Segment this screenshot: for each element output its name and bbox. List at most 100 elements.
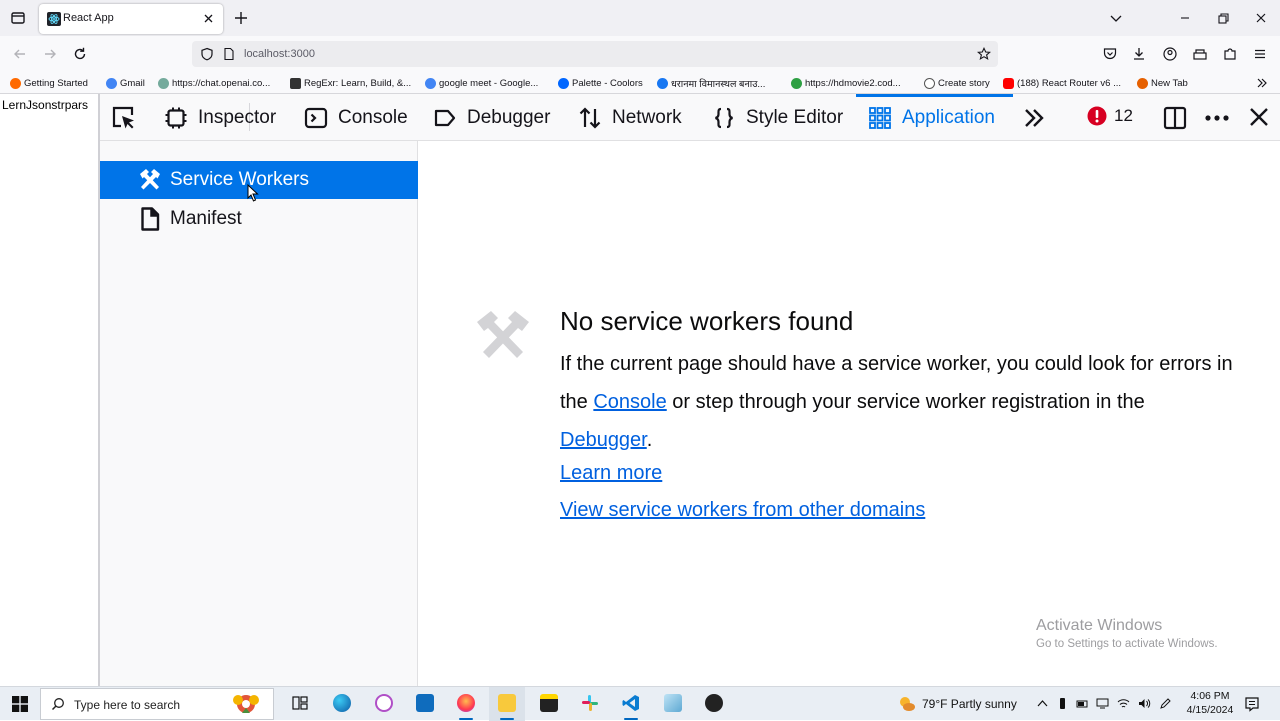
close-icon[interactable] — [202, 12, 215, 25]
back-icon[interactable] — [12, 46, 28, 62]
bookmark-facebook[interactable]: धरानमा विमानस्थल बनाउ... — [657, 76, 765, 90]
tab-style-editor[interactable]: Style Editor — [712, 94, 843, 141]
close-devtools-icon[interactable] — [1248, 106, 1270, 128]
sidebar-item-service-workers[interactable]: Service Workers — [100, 161, 418, 199]
google-icon — [106, 77, 117, 89]
bookmark-react-router[interactable]: (188) React Router v6 ... — [1003, 76, 1121, 90]
taskbar-app-snipping[interactable] — [366, 687, 402, 721]
taskbar-app-sticky-notes[interactable] — [531, 687, 567, 721]
navigation-toolbar: localhost:3000 — [0, 36, 1280, 72]
notepad-icon — [664, 694, 682, 712]
firefox-icon — [1137, 77, 1148, 89]
url-text: localhost:3000 — [244, 48, 315, 60]
url-bar[interactable]: localhost:3000 — [192, 41, 998, 67]
element-picker-icon[interactable] — [111, 105, 137, 131]
debugger-link[interactable]: Debugger — [560, 429, 647, 451]
clock-time: 4:06 PM — [1190, 690, 1230, 702]
chevron-double-right-icon[interactable] — [1022, 106, 1046, 130]
bookmark-google-meet[interactable]: google meet - Google... — [425, 76, 538, 90]
bookmark-gmail[interactable]: Gmail — [106, 76, 145, 90]
display-icon[interactable] — [1096, 697, 1109, 710]
chevron-down-icon[interactable] — [1108, 10, 1124, 26]
bookmark-coolors[interactable]: Palette - Coolors — [558, 76, 643, 90]
tab-inspector[interactable]: Inspector — [164, 94, 276, 141]
sidebar-item-manifest[interactable]: Manifest — [100, 200, 418, 238]
console-icon — [304, 107, 328, 128]
volume-icon[interactable] — [1138, 697, 1151, 710]
empty-state-description: If the current page should have a servic… — [560, 353, 1233, 451]
pocket-icon[interactable] — [1102, 46, 1118, 62]
chevron-double-right-icon[interactable] — [1256, 77, 1268, 89]
console-link[interactable]: Console — [593, 391, 666, 413]
taskbar-app-firefox[interactable] — [448, 687, 484, 721]
container-icon[interactable] — [1192, 46, 1208, 62]
forward-icon[interactable] — [42, 46, 58, 62]
notifications-icon[interactable] — [1244, 696, 1260, 712]
tab-console[interactable]: Console — [304, 94, 408, 141]
taskbar-app-mail[interactable] — [407, 687, 443, 721]
learn-more-link[interactable]: Learn more — [560, 462, 662, 485]
page-content-text: LernJsonstrpars — [2, 98, 89, 112]
window-close-icon[interactable] — [1253, 10, 1269, 26]
vscode-icon — [622, 695, 639, 711]
tab-network[interactable]: Network — [578, 94, 682, 141]
taskbar-app-github[interactable] — [696, 687, 732, 721]
weather-widget[interactable]: 79°F Partly sunny — [898, 695, 1017, 713]
search-icon — [51, 698, 64, 711]
extensions-icon[interactable] — [1222, 46, 1238, 62]
taskbar-app-notepad[interactable] — [655, 687, 691, 721]
minimize-icon[interactable] — [1177, 10, 1193, 26]
react-icon — [47, 12, 61, 26]
tab-application[interactable]: Application — [868, 94, 995, 141]
bookmarks-toolbar: Getting Started Gmail https://chat.opena… — [0, 72, 1280, 94]
plus-icon[interactable] — [233, 10, 249, 26]
system-clock[interactable]: 4:06 PM 4/15/2024 — [1182, 689, 1238, 717]
menu-icon[interactable] — [1252, 46, 1268, 62]
edge-icon — [333, 694, 351, 712]
activate-windows-watermark: Activate Windows Go to Settings to activ… — [1036, 617, 1218, 650]
bookmark-chatgpt[interactable]: https://chat.openai.co... — [158, 76, 270, 90]
star-icon[interactable] — [977, 47, 991, 61]
search-placeholder: Type here to search — [74, 698, 181, 712]
error-count-badge[interactable]: 12 — [1087, 106, 1133, 126]
youtube-icon — [1003, 77, 1014, 89]
responsive-design-icon[interactable] — [1162, 105, 1188, 131]
devtools-toolbar: Inspector Console Debugger Network Style… — [100, 94, 1280, 141]
tab-list-icon[interactable] — [8, 8, 28, 28]
inspector-icon — [165, 107, 187, 128]
chevron-up-icon[interactable] — [1036, 697, 1049, 710]
taskbar-app-edge[interactable] — [324, 687, 360, 721]
taskbar-app-file-explorer[interactable] — [489, 687, 525, 721]
bookmark-getting-started[interactable]: Getting Started — [10, 76, 88, 90]
bookmark-create-story[interactable]: Create story — [924, 76, 990, 90]
more-options-icon[interactable] — [1204, 105, 1230, 131]
pen-icon[interactable] — [1159, 697, 1172, 710]
regexr-icon — [290, 77, 301, 89]
bookmark-hdmovie[interactable]: https://hdmovie2.cod... — [791, 76, 901, 90]
folder-icon — [498, 694, 516, 712]
download-icon[interactable] — [1131, 46, 1147, 62]
partly-sunny-icon — [900, 697, 915, 711]
task-view-button[interactable] — [282, 687, 318, 721]
task-view-icon — [292, 696, 308, 710]
mail-icon — [416, 694, 434, 712]
reload-icon[interactable] — [72, 46, 88, 62]
taskbar-search[interactable]: Type here to search — [40, 688, 274, 720]
bookmark-new-tab[interactable]: New Tab — [1137, 76, 1188, 90]
other-domains-link[interactable]: View service workers from other domains — [560, 499, 925, 522]
debugger-icon — [434, 109, 456, 126]
usb-drive-icon[interactable] — [1056, 697, 1069, 710]
tab-debugger[interactable]: Debugger — [433, 94, 550, 141]
taskbar-app-slack[interactable] — [572, 687, 608, 721]
taskbar-app-vscode[interactable] — [613, 687, 649, 721]
shield-icon[interactable] — [200, 47, 214, 61]
service-worker-hammers-icon — [477, 311, 529, 358]
battery-icon[interactable] — [1076, 697, 1089, 710]
bookmark-regexr[interactable]: RegExr: Learn, Build, &... — [290, 76, 411, 90]
wifi-icon[interactable] — [1117, 697, 1130, 710]
browser-tab-react-app[interactable]: React App — [39, 4, 223, 34]
page-icon[interactable] — [222, 47, 236, 61]
windows-start-icon[interactable] — [12, 696, 28, 712]
account-icon[interactable] — [1162, 46, 1178, 62]
restore-icon[interactable] — [1215, 10, 1231, 26]
